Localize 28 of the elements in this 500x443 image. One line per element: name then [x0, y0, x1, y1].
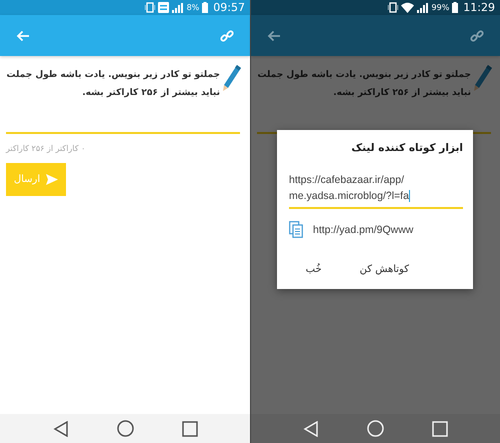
- back-icon[interactable]: [267, 30, 281, 42]
- battery-icon: [202, 2, 208, 13]
- battery-percent: 8%: [186, 3, 200, 12]
- dialog-button[interactable]: کوتاهش کن: [356, 260, 413, 279]
- signal-icon: [172, 2, 184, 12]
- wifi-icon: [400, 2, 414, 13]
- recents-nav-icon[interactable]: [182, 420, 198, 436]
- copy-icon[interactable]: [289, 221, 303, 238]
- instruction-text: جملتو تو کادر زیر بنویس. یادت باشه طول جملت نباید بیشتر از ۲۵۶ کاراکتر بشه.: [257, 69, 471, 100]
- link-icon[interactable]: [470, 28, 484, 42]
- clock: 11:29: [463, 1, 495, 14]
- url-field[interactable]: https://cafebazaar.ir/app/me.yadsa.microblog/?l=fa: [289, 172, 463, 209]
- battery-percent: 99%: [432, 3, 450, 12]
- back-nav-icon[interactable]: [52, 420, 68, 436]
- send-icon: [46, 174, 58, 185]
- battery-icon: [452, 2, 458, 13]
- pencil-icon: [222, 64, 242, 92]
- dialog-title: ابزار کوتاه کننده لینک: [351, 142, 463, 154]
- vibrate-icon: [388, 2, 398, 13]
- vibrate-icon: [144, 2, 155, 13]
- instruction-text: جملتو تو کادر زیر بنویس. یادت باشه طول جملت نباید بیشتر از ۲۵۶ کاراکتر بشه.: [6, 69, 220, 100]
- clock: 09:57: [213, 1, 245, 14]
- signal-icon: [416, 2, 429, 12]
- dialog-button[interactable]: خُب: [302, 260, 326, 279]
- character-counter: ۰ کاراکتر از ۲۵۶ کاراکتر: [6, 144, 86, 153]
- pencil-icon: [473, 64, 493, 92]
- network-icon: [158, 2, 169, 13]
- home-nav-icon[interactable]: [116, 420, 134, 437]
